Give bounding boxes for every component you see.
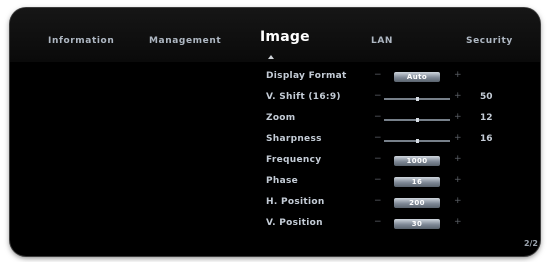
decrease-button[interactable]: −: [374, 133, 382, 143]
setting-label: Phase: [266, 176, 299, 186]
setting-row-phase[interactable]: Phase − 16 +: [10, 174, 540, 190]
setting-row-v-shift[interactable]: V. Shift (16:9) − + 50: [10, 90, 540, 106]
tab-security[interactable]: Security: [466, 36, 513, 46]
increase-button[interactable]: +: [454, 91, 462, 101]
setting-row-frequency[interactable]: Frequency − 1000 +: [10, 153, 540, 169]
slider-value: 16: [480, 134, 493, 144]
setting-row-sharpness[interactable]: Sharpness − + 16: [10, 132, 540, 148]
decrease-button[interactable]: −: [374, 70, 382, 80]
slider-track[interactable]: [384, 118, 450, 122]
setting-row-h-position[interactable]: H. Position − 200 +: [10, 195, 540, 211]
v-position-value[interactable]: 30: [394, 219, 440, 229]
increase-button[interactable]: +: [454, 196, 462, 206]
active-tab-indicator-icon: [268, 55, 274, 59]
slider-thumb[interactable]: [415, 118, 419, 122]
setting-label: Zoom: [266, 113, 296, 123]
setting-row-v-position[interactable]: V. Position − 30 +: [10, 216, 540, 232]
increase-button[interactable]: +: [454, 217, 462, 227]
phase-value[interactable]: 16: [394, 177, 440, 187]
slider-value: 12: [480, 113, 493, 123]
setting-label: V. Position: [266, 218, 323, 228]
slider-track[interactable]: [384, 139, 450, 143]
increase-button[interactable]: +: [454, 70, 462, 80]
tab-lan[interactable]: LAN: [371, 36, 393, 46]
decrease-button[interactable]: −: [374, 196, 382, 206]
slider-value: 50: [480, 92, 493, 102]
decrease-button[interactable]: −: [374, 175, 382, 185]
decrease-button[interactable]: −: [374, 91, 382, 101]
setting-label: Frequency: [266, 155, 322, 165]
decrease-button[interactable]: −: [374, 112, 382, 122]
tab-management[interactable]: Management: [149, 36, 221, 46]
increase-button[interactable]: +: [454, 112, 462, 122]
increase-button[interactable]: +: [454, 154, 462, 164]
slider-track[interactable]: [384, 97, 450, 101]
setting-label: V. Shift (16:9): [266, 92, 341, 102]
h-position-value[interactable]: 200: [394, 198, 440, 208]
slider-thumb[interactable]: [415, 97, 419, 101]
setting-label: Display Format: [266, 71, 347, 81]
osd-menu-panel: Information Management Image LAN Securit…: [10, 8, 540, 256]
setting-label: Sharpness: [266, 134, 322, 144]
menu-tab-bar: Information Management Image LAN Securit…: [10, 8, 540, 62]
increase-button[interactable]: +: [454, 133, 462, 143]
setting-label: H. Position: [266, 197, 325, 207]
tab-image[interactable]: Image: [260, 29, 310, 45]
tab-information[interactable]: Information: [48, 36, 114, 46]
decrease-button[interactable]: −: [374, 154, 382, 164]
slider-thumb[interactable]: [415, 139, 419, 143]
setting-row-display-format[interactable]: Display Format − Auto +: [10, 69, 540, 85]
setting-row-zoom[interactable]: Zoom − + 12: [10, 111, 540, 127]
display-format-value[interactable]: Auto: [394, 72, 440, 82]
frequency-value[interactable]: 1000: [394, 156, 440, 166]
decrease-button[interactable]: −: [374, 217, 382, 227]
increase-button[interactable]: +: [454, 175, 462, 185]
page-indicator: 2/2: [523, 239, 538, 248]
